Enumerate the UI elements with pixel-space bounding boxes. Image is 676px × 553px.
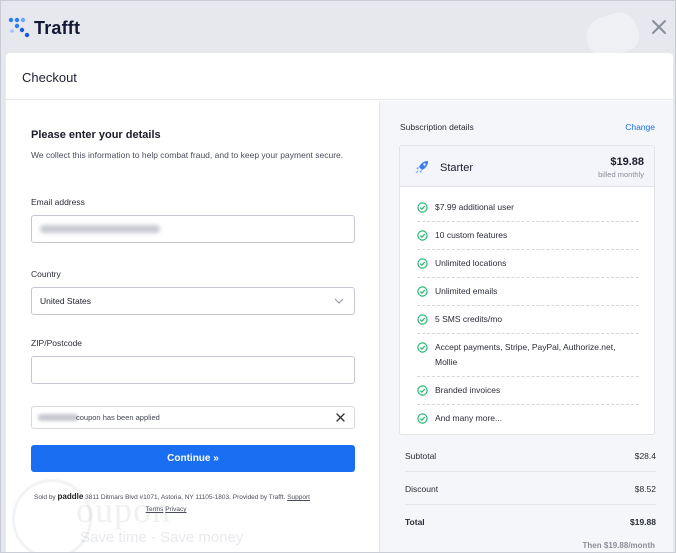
watermark-tagline: Save time - Save money (80, 529, 244, 546)
subtotal-row: Subtotal $28.4 (405, 439, 656, 472)
email-value-redacted (40, 225, 160, 233)
checkout-window: Trafft Checkout Please enter your detail… (0, 0, 676, 553)
form-description: We collect this information to help comb… (31, 150, 344, 160)
feature-item: 5 SMS credits/mo (417, 306, 639, 334)
feature-item: Unlimited locations (417, 250, 639, 278)
feature-text: And many more... (435, 413, 503, 423)
discount-row: Discount $8.52 (405, 472, 656, 505)
feature-item: Unlimited emails (417, 278, 639, 306)
feature-item: And many more... (417, 405, 639, 432)
discount-value: $8.52 (634, 484, 656, 494)
email-label: Email address (31, 197, 85, 207)
coupon-code-redacted (38, 414, 78, 421)
chevron-down-icon (334, 298, 344, 304)
feature-item: $7.99 additional user (417, 194, 639, 222)
coupon-text: coupon has been applied (76, 413, 160, 422)
plan-name: Starter (440, 162, 474, 174)
rocket-icon (415, 161, 428, 174)
country-select[interactable]: United States (31, 287, 355, 315)
feature-item: Accept payments, Stripe, PayPal, Authori… (417, 334, 639, 377)
subscription-heading: Subscription details (400, 122, 474, 132)
plan-card-header: Starter $19.88 billed monthly (400, 146, 654, 187)
panel-header: Checkout (6, 53, 673, 100)
paddle-logo: paddle (57, 492, 84, 501)
discount-label: Discount (405, 484, 439, 494)
feature-list: $7.99 additional user 10 custom features U… (417, 194, 639, 432)
details-form: Please enter your details We collect thi… (6, 101, 379, 552)
terms-link[interactable]: Terms (146, 506, 164, 513)
billing-period: billed monthly (598, 170, 644, 179)
check-circle-icon (417, 286, 428, 297)
zip-label: ZIP/Postcode (31, 338, 83, 348)
continue-button[interactable]: Continue » (31, 445, 355, 472)
zip-field[interactable] (31, 356, 355, 384)
feature-item: Branded invoices (417, 377, 639, 405)
check-circle-icon (417, 258, 428, 269)
close-button[interactable] (649, 17, 669, 37)
country-label: Country (31, 269, 61, 279)
total-value: $19.88 (630, 517, 656, 527)
close-icon (652, 20, 666, 34)
feature-text: Unlimited locations (435, 258, 507, 268)
trafft-logo-icon (8, 17, 30, 38)
brand-logo: Trafft (8, 17, 80, 39)
check-circle-icon (417, 230, 428, 241)
sold-by-prefix: Sold by (34, 494, 56, 501)
support-link[interactable]: Support (287, 494, 310, 501)
feature-text: 5 SMS credits/mo (435, 314, 503, 324)
check-circle-icon (417, 202, 428, 213)
top-bar: Trafft (1, 1, 675, 63)
privacy-link[interactable]: Privacy (165, 506, 186, 513)
total-row: Total $19.88 (405, 505, 656, 538)
sold-by-footer: Sold by paddle 3811 Ditmars Blvd #1071, … (34, 491, 364, 516)
feature-text: Accept payments, Stripe, PayPal, Authori… (435, 342, 616, 367)
subtotal-label: Subtotal (405, 451, 437, 461)
total-label: Total (405, 517, 425, 527)
sold-by-address: 3811 Ditmars Blvd #1071, Astoria, NY 111… (85, 494, 286, 501)
form-title: Please enter your details (31, 129, 161, 141)
recurring-price: Then $19.88/month (582, 541, 655, 550)
change-plan-link[interactable]: Change (625, 122, 655, 132)
totals: Subtotal $28.4 Discount $8.52 Total $19.… (380, 439, 674, 538)
feature-text: 10 custom features (435, 230, 508, 240)
plan-card: Starter $19.88 billed monthly $7.99 addi… (399, 145, 655, 435)
subscription-summary: Subscription details Change Starter $19.… (379, 101, 674, 552)
coupon-applied-banner: coupon has been applied (31, 406, 355, 429)
feature-text: $7.99 additional user (435, 202, 514, 212)
page-title: Checkout (22, 70, 77, 85)
remove-coupon-icon[interactable] (335, 412, 346, 423)
feature-text: Unlimited emails (435, 286, 498, 296)
brand-name: Trafft (34, 17, 81, 38)
check-circle-icon (417, 413, 428, 424)
plan-price: $19.88 (610, 156, 644, 168)
feature-text: Branded invoices (435, 385, 501, 395)
check-circle-icon (417, 314, 428, 325)
email-field[interactable] (31, 215, 355, 243)
check-circle-icon (417, 385, 428, 396)
country-value: United States (40, 296, 92, 306)
checkout-panel: Checkout Please enter your details We co… (6, 53, 674, 552)
feature-item: 10 custom features (417, 222, 639, 250)
check-circle-icon (417, 342, 428, 353)
subtotal-value: $28.4 (634, 451, 656, 461)
